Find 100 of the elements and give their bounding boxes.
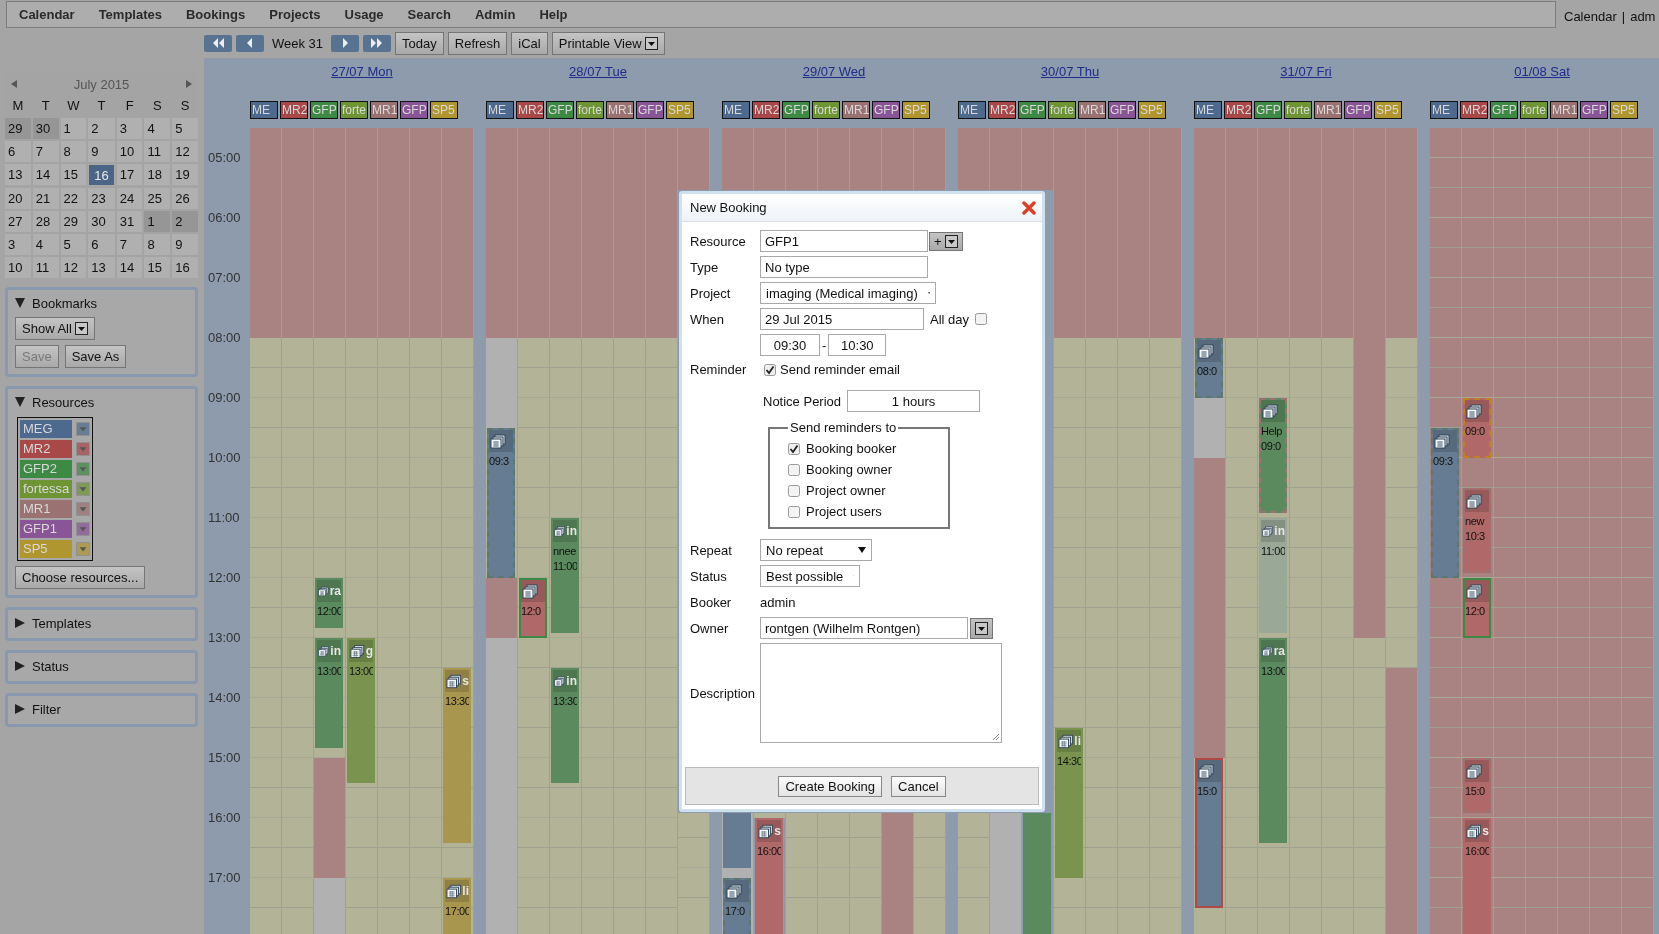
weekday-label: F	[124, 97, 135, 115]
resource-chip: GFP	[872, 101, 900, 119]
panel-title: Resources	[32, 394, 95, 410]
hour-label: 11:00	[208, 510, 240, 525]
resource-chip: SP5	[430, 101, 458, 119]
resource-chip: MR2	[1224, 101, 1252, 119]
weekday-label: S	[152, 97, 163, 115]
booking-time: 09:0	[1261, 440, 1282, 452]
field-label: Status	[690, 568, 728, 584]
resource-chip: ME	[722, 101, 750, 119]
resource-chip: GFP	[400, 101, 428, 119]
field-label: Description	[690, 685, 757, 701]
resource-chip: MR2	[988, 101, 1016, 119]
resource-chip: ME	[958, 101, 986, 119]
weekday-label: M	[11, 97, 25, 115]
resource-chip: GFP	[310, 101, 338, 119]
field-label: Booker	[690, 594, 733, 610]
booking-title: in	[1274, 524, 1285, 538]
resource-chip: MR1	[606, 101, 634, 119]
field-label: Reminder	[690, 362, 748, 377]
booking-title: s	[1482, 824, 1489, 838]
checkbox-label: Project users	[806, 504, 882, 519]
resource-chip: ME	[486, 101, 514, 119]
resource-chip: ME	[1430, 101, 1458, 119]
hour-label: 08:00	[208, 330, 241, 345]
resource-chip: MR2	[280, 101, 308, 119]
booking-note: Help	[1261, 425, 1284, 437]
booking-time: 11:00	[1261, 545, 1285, 557]
dialog-title: New Booking	[690, 200, 767, 215]
weekday-label: T	[96, 97, 107, 115]
booking-time: 10:3	[1465, 530, 1486, 542]
booking-time: 15:0	[1465, 785, 1486, 797]
resource-chip: ME	[250, 101, 278, 119]
hour-label: 09:00	[208, 390, 241, 405]
field-label: Notice Period	[763, 393, 842, 409]
field-label: Type	[690, 259, 720, 275]
booking-title: in	[330, 644, 341, 658]
hour-label: 14:00	[208, 690, 241, 705]
booking-title: li	[1074, 734, 1081, 748]
booker-value: admin	[760, 594, 796, 610]
checkbox-label: Booking owner	[806, 462, 892, 477]
resource-chip: MR2	[1460, 101, 1488, 119]
hour-label: 16:00	[208, 810, 241, 825]
booking-title: s	[774, 824, 781, 838]
resource-chip: GFP	[1108, 101, 1136, 119]
month-title: July 2015	[73, 76, 130, 92]
booking-title: in	[566, 674, 577, 688]
weekday-label: S	[179, 97, 191, 115]
week-label: Week 31	[271, 35, 325, 51]
resource-chip: MR1	[1078, 101, 1106, 119]
hour-label: 13:00	[208, 630, 241, 645]
resource-chip: SP5	[1374, 101, 1402, 119]
booking-time: 15:0	[1197, 785, 1218, 797]
booking-time: 08:0	[1197, 365, 1218, 377]
hour-label: 15:00	[208, 750, 241, 765]
resource-chip: GFP	[636, 101, 664, 119]
field-label: All day	[930, 311, 970, 327]
resource-chip: SP5	[1138, 101, 1166, 119]
booking-title: ra	[329, 584, 341, 598]
hour-label: 10:00	[208, 450, 241, 465]
resource-chip: GFP	[1344, 101, 1372, 119]
resource-chip: GFP	[546, 101, 574, 119]
booking-time: 09:0	[1465, 425, 1486, 437]
field-label: Repeat	[690, 542, 733, 558]
resource-chip: MR1	[1550, 101, 1578, 119]
hour-label: 12:00	[208, 570, 241, 585]
resource-chip: forte	[576, 101, 604, 119]
hour-label: 07:00	[208, 270, 241, 285]
resource-chip: MR2	[516, 101, 544, 119]
panel-title: Bookmarks	[32, 295, 98, 311]
resource-chip: SP5	[666, 101, 694, 119]
checkbox-label: Send reminder email	[780, 362, 900, 377]
booking-title: s	[462, 674, 469, 688]
booking-time: 09:3	[1433, 455, 1454, 467]
booking-time: 12:0	[1465, 605, 1486, 617]
field-label: Owner	[690, 620, 730, 636]
group-title: Send reminders to	[789, 420, 898, 435]
weekday-label: W	[66, 97, 81, 115]
hour-label: 05:00	[208, 150, 241, 165]
resource-chip: SP5	[1610, 101, 1638, 119]
resource-chip: MR1	[842, 101, 870, 119]
field-label: When	[690, 311, 725, 327]
resource-chip: MR2	[752, 101, 780, 119]
booking-title: ra	[1273, 644, 1285, 658]
resource-chip: GFP	[1580, 101, 1608, 119]
resource-chip: forte	[1048, 101, 1076, 119]
booking-time: 12:0	[521, 605, 542, 617]
resource-chip: GFP	[1254, 101, 1282, 119]
booking-title: in	[566, 524, 577, 538]
checkbox-label: Project owner	[806, 483, 886, 498]
booking-note: new	[1465, 515, 1486, 527]
booking-title: li	[462, 884, 469, 898]
resource-chip: GFP	[1018, 101, 1046, 119]
hour-label: 17:00	[208, 870, 241, 885]
booking-title: g	[365, 644, 373, 658]
booking-time: 09:3	[489, 455, 510, 467]
field-label: Project	[690, 285, 732, 301]
resource-chip: forte	[812, 101, 840, 119]
hour-label: 06:00	[208, 210, 241, 225]
booking-time: 11:00	[553, 560, 577, 572]
